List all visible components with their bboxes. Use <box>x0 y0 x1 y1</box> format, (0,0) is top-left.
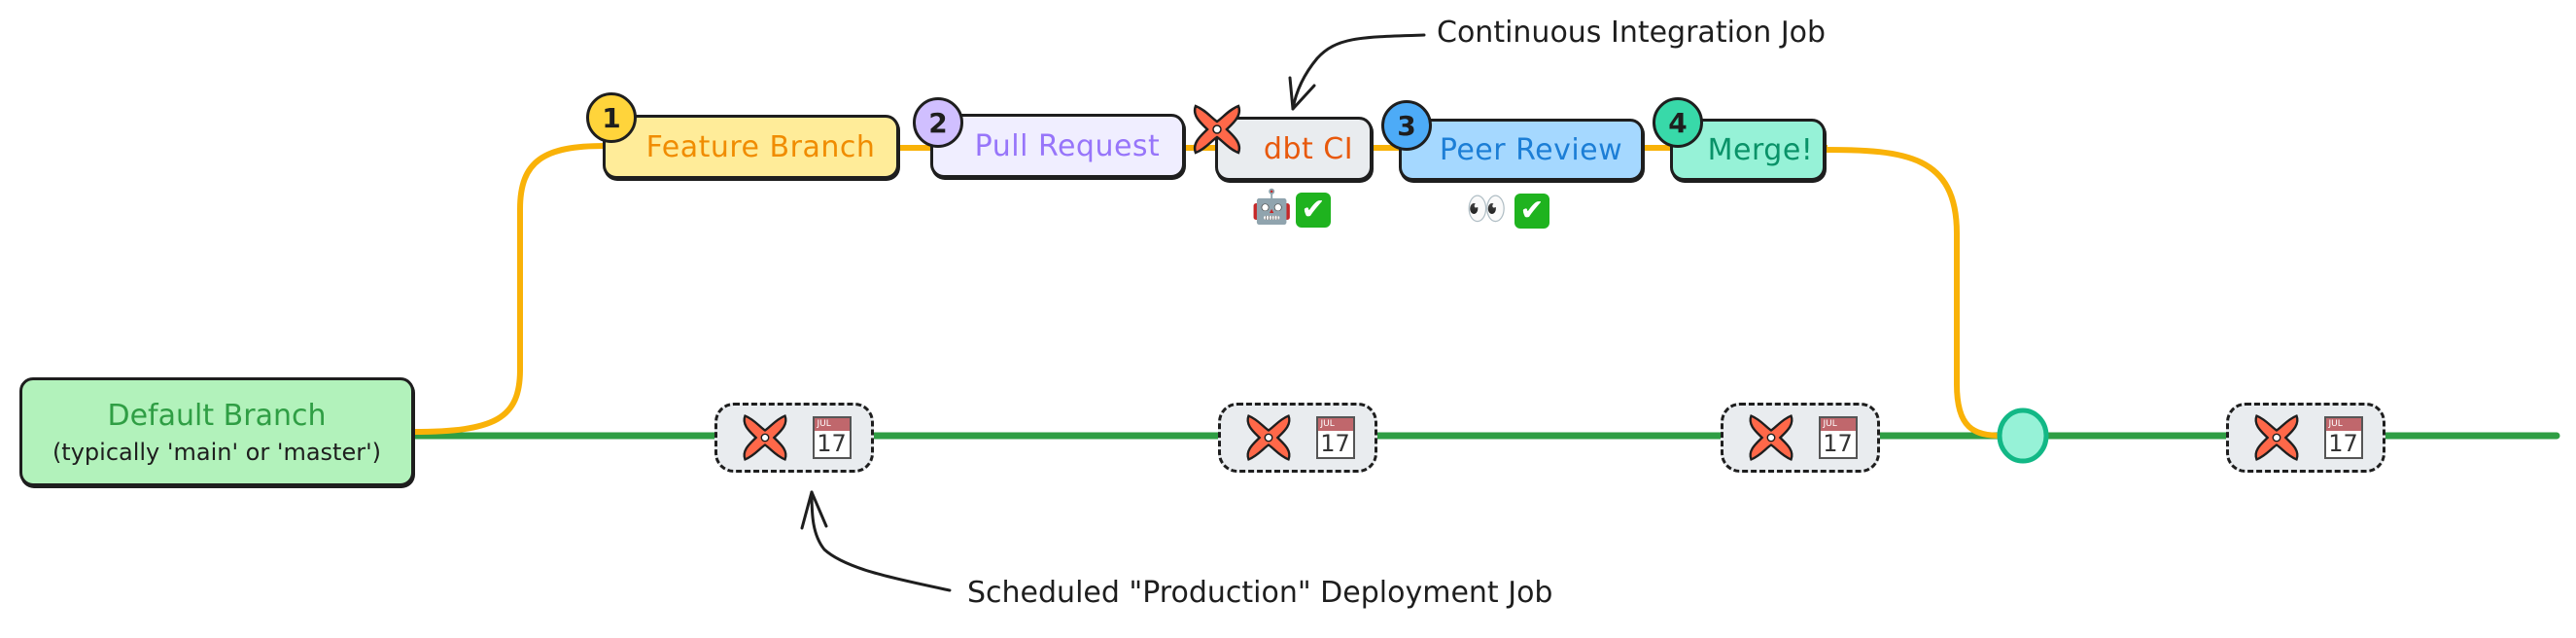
diagram-canvas <box>409 33 2560 592</box>
calendar-day: 17 <box>1823 430 1853 457</box>
robot-icon: 🤖 <box>1251 188 1293 227</box>
dbt-logo-icon <box>2253 414 2299 461</box>
calendar-month: JUL <box>1820 418 1856 431</box>
scheduled-deployment-job[interactable]: JUL 17 <box>1218 403 1377 473</box>
step-badge-number: 3 <box>1397 109 1416 142</box>
calendar-month: JUL <box>2325 418 2361 431</box>
step-badge-number: 1 <box>602 101 621 134</box>
scheduled-job-annotation: Scheduled "Production" Deployment Job <box>967 576 1553 610</box>
step-badge-3: 3 <box>1381 100 1432 151</box>
calendar-day: 17 <box>2328 430 2358 457</box>
check-glyph: ✔ <box>1296 193 1331 228</box>
dbt-logo-icon <box>742 414 787 461</box>
dbt-logo-icon <box>1193 104 1241 155</box>
default-branch-subtitle: (typically 'main' or 'master') <box>52 438 382 466</box>
step-label: dbt CI <box>1263 131 1354 166</box>
check-glyph: ✔ <box>1514 194 1549 229</box>
eyes-icon: 👀 <box>1466 190 1508 229</box>
step-pull-request[interactable]: Pull Request <box>930 114 1185 178</box>
calendar-day: 17 <box>1320 430 1350 457</box>
merge-line <box>1823 147 2005 439</box>
step-label: Peer Review <box>1439 132 1623 167</box>
default-branch-box[interactable]: Default Branch (typically 'main' or 'mas… <box>19 377 414 486</box>
feature-branch-line-out <box>410 143 608 435</box>
checkmark-icon: ✔ <box>1296 192 1331 228</box>
step-peer-review[interactable]: Peer Review <box>1399 119 1644 181</box>
step-badge-2: 2 <box>913 97 963 148</box>
step-label: Merge! <box>1707 132 1814 167</box>
step-label: Pull Request <box>974 128 1161 163</box>
scheduled-annotation-arrow <box>810 490 952 592</box>
scheduled-deployment-job[interactable]: JUL 17 <box>2226 403 2385 473</box>
step-badge-4: 4 <box>1653 97 1703 148</box>
calendar-month: JUL <box>1317 418 1353 431</box>
step-badge-number: 2 <box>928 106 948 139</box>
calendar-icon: JUL 17 <box>2323 416 2363 459</box>
step-label: Feature Branch <box>645 129 876 164</box>
step-badge-number: 4 <box>1668 106 1688 139</box>
calendar-day: 17 <box>817 430 847 457</box>
dbt-logo-icon <box>1245 414 1291 461</box>
calendar-icon: JUL 17 <box>812 416 852 459</box>
step-badge-1: 1 <box>586 92 637 143</box>
default-branch-title: Default Branch <box>107 398 327 433</box>
scheduled-deployment-job[interactable]: JUL 17 <box>1721 403 1880 473</box>
calendar-month: JUL <box>814 418 850 431</box>
calendar-icon: JUL 17 <box>1315 416 1355 459</box>
step-feature-branch[interactable]: Feature Branch <box>603 115 899 179</box>
dbt-logo-icon <box>1748 414 1793 461</box>
merge-commit-node <box>1997 408 2049 464</box>
ci-annotation-arrow <box>1291 33 1426 111</box>
scheduled-deployment-job[interactable]: JUL 17 <box>714 403 874 473</box>
checkmark-icon: ✔ <box>1514 193 1549 229</box>
calendar-icon: JUL 17 <box>1818 416 1858 459</box>
ci-job-annotation: Continuous Integration Job <box>1437 16 1827 50</box>
